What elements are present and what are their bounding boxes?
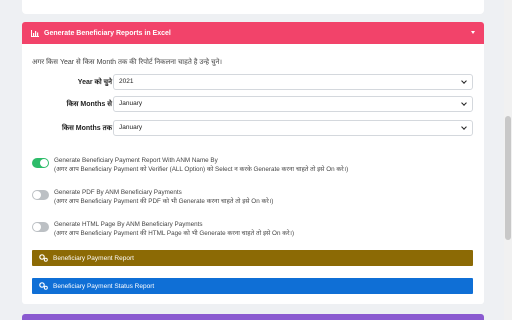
collapse-caret-icon[interactable] xyxy=(471,31,475,34)
form-hint: अगर किस Year से किस Month तक की रिपोर्ट … xyxy=(32,59,222,66)
switch-knob xyxy=(33,191,41,199)
to-month-row: किस Months तक January xyxy=(22,120,484,136)
year-select[interactable]: 2021 xyxy=(113,74,473,90)
scrollbar-thumb[interactable] xyxy=(505,116,511,240)
toggle-description: (अगर आप Beneficiary Payment की PDF को भी… xyxy=(54,198,274,205)
cogs-icon xyxy=(39,282,48,290)
to-month-select[interactable]: January xyxy=(113,120,473,136)
chevron-down-icon xyxy=(461,78,467,84)
card-title: Generate Beneficiary Reports in Excel xyxy=(44,29,171,37)
to-month-label: किस Months तक xyxy=(61,125,112,132)
beneficiary-payment-report-button[interactable]: Beneficiary Payment Report xyxy=(32,250,473,266)
bar-chart-icon xyxy=(31,29,39,37)
page-scrollbar[interactable] xyxy=(504,0,512,320)
html-switch[interactable] xyxy=(32,222,49,232)
previous-card xyxy=(22,0,484,14)
toggle-title: Generate Beneficiary Payment Report With… xyxy=(54,157,218,164)
toggle-title: Generate HTML Page By ANM Beneficiary Pa… xyxy=(54,221,203,228)
beneficiary-payment-status-report-button[interactable]: Beneficiary Payment Status Report xyxy=(32,278,473,294)
switch-knob xyxy=(33,223,41,231)
chevron-down-icon xyxy=(461,100,467,106)
chevron-down-icon xyxy=(461,124,467,130)
from-month-value: January xyxy=(119,100,143,107)
pdf-switch[interactable] xyxy=(32,190,49,200)
from-month-select[interactable]: January xyxy=(113,96,473,112)
from-month-label: किस Months से xyxy=(66,101,112,108)
switch-knob xyxy=(40,159,48,167)
from-month-row: किस Months से January xyxy=(22,96,484,112)
year-row: Year को चुने 2021 xyxy=(22,74,484,90)
report-card: Generate Beneficiary Reports in Excel अग… xyxy=(22,22,484,304)
to-month-value: January xyxy=(119,124,143,131)
anm-name-switch[interactable] xyxy=(32,158,49,168)
toggle-title: Generate PDF By ANM Beneficiary Payments xyxy=(54,189,182,196)
card-header[interactable]: Generate Beneficiary Reports in Excel xyxy=(22,22,484,44)
year-label: Year को चुने xyxy=(77,79,112,86)
next-card-header[interactable] xyxy=(22,314,484,320)
button-label: Beneficiary Payment Status Report xyxy=(53,282,155,290)
button-label: Beneficiary Payment Report xyxy=(53,254,134,262)
toggle-description: (अगर आप Beneficiary Payment को Verifier … xyxy=(54,166,349,173)
cogs-icon xyxy=(39,254,48,262)
year-value: 2021 xyxy=(119,78,134,85)
toggle-description: (अगर आप Beneficiary Payment की HTML Page… xyxy=(54,230,295,237)
